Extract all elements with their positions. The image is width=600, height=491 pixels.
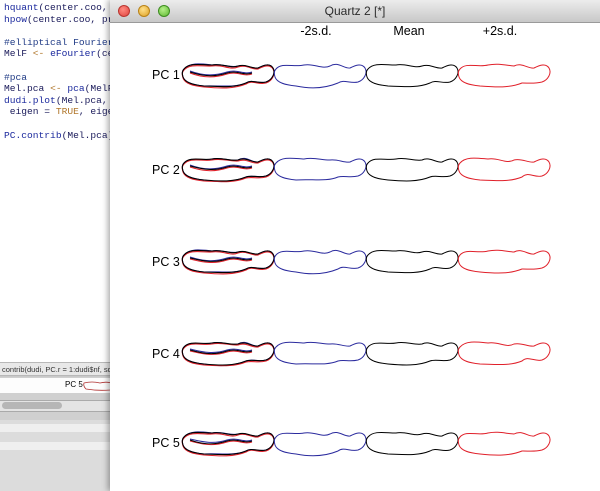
mean-outline	[365, 431, 459, 456]
minus-2sd-outline	[273, 341, 367, 365]
code-line[interactable]: #elliptical Fourier	[4, 36, 118, 49]
scrollbar-thumb[interactable]	[2, 402, 62, 409]
mean-outline	[365, 342, 459, 366]
column-header-mean: Mean	[393, 24, 425, 38]
mini-plot-label: PC 5	[65, 380, 83, 389]
console-band	[0, 442, 118, 450]
horizontal-scrollbar[interactable]	[0, 400, 118, 412]
script-editor-window[interactable]: hquant(center.coo, id hpow(center.coo, pr…	[0, 0, 119, 362]
shape-outlines-figure	[181, 63, 551, 457]
code-line[interactable]: MelF <- eFourier(cente	[4, 48, 118, 60]
code-token: (center.coo, id	[38, 2, 119, 13]
code-text[interactable]: hquant(center.coo, id hpow(center.coo, pr…	[4, 2, 119, 142]
code-token: eFourier	[50, 48, 97, 60]
mean-outline	[365, 63, 459, 88]
code-token: PC.contrib	[4, 129, 62, 141]
code-token: pca	[67, 83, 85, 95]
editor-status-bar: contrib(dudi, PC.r = 1:dudi$nf, sd =	[0, 362, 118, 376]
console-pane	[0, 420, 118, 491]
code-line[interactable]: ​	[4, 60, 118, 72]
minus-2sd-outline	[273, 157, 367, 181]
code-token: (center.coo, prob	[27, 13, 119, 25]
code-line[interactable]: hpow(center.coo, prob	[4, 13, 119, 26]
status-text: contrib(dudi, PC.r = 1:dudi$nf, sd =	[2, 365, 118, 374]
mini-plot-preview: PC 5	[0, 378, 118, 393]
code-line[interactable]: hquant(center.coo, id	[4, 2, 119, 14]
code-token: #pca	[4, 71, 28, 83]
code-line[interactable]: #pca	[4, 71, 118, 84]
row-label-pc1: PC 1	[152, 68, 180, 82]
mean-outline	[365, 249, 459, 274]
window-title: Quartz 2 [*]	[324, 4, 386, 18]
console-band	[0, 424, 118, 432]
code-token: TRUE	[55, 106, 79, 118]
code-token: MelF	[4, 48, 33, 60]
column-header-minus-2sd: -2s.d.	[300, 24, 332, 38]
minus-2sd-outline	[273, 63, 367, 89]
code-token: Mel.pca	[4, 83, 51, 95]
mean-outline	[365, 157, 459, 182]
minus-2sd-outline	[273, 431, 367, 457]
code-token: hquant	[4, 2, 39, 13]
row-label-pc3: PC 3	[152, 255, 180, 269]
row-label-pc2: PC 2	[152, 163, 180, 177]
plot-canvas: -2s.d. Mean +2s.d. PC 1 PC 2 PC 3 PC 4 P…	[110, 23, 600, 491]
code-token: <-	[32, 48, 45, 60]
plus-2sd-outline	[457, 157, 551, 182]
plus-2sd-outline	[457, 249, 551, 274]
code-line[interactable]: eigen = TRUE, eigen.r	[4, 106, 118, 118]
code-line[interactable]: ​	[4, 25, 118, 37]
column-header-plus-2sd: +2s.d.	[482, 24, 518, 38]
code-line[interactable]: PC.contrib(Mel.pca);	[4, 129, 118, 142]
quartz-window[interactable]: Quartz 2 [*] -2s.d. Mean +2s.d. PC 1 PC …	[110, 0, 600, 491]
plus-2sd-outline	[457, 431, 551, 456]
row-label-pc4: PC 4	[152, 347, 180, 361]
code-line[interactable]: ​	[4, 118, 118, 130]
minus-2sd-outline	[273, 249, 367, 275]
window-titlebar[interactable]: Quartz 2 [*]	[110, 0, 600, 23]
plus-2sd-outline	[457, 341, 551, 366]
plus-2sd-outline	[457, 63, 551, 88]
code-token: dudi.plot	[4, 94, 56, 106]
code-token: eigen =	[4, 106, 56, 118]
code-token: <-	[50, 83, 62, 95]
code-line[interactable]: Mel.pca <- pca(MelF);	[4, 83, 118, 95]
row-label-pc5: PC 5	[152, 436, 180, 450]
code-token: #elliptical Fourier	[4, 36, 114, 48]
code-line[interactable]: dudi.plot(Mel.pca, lab	[4, 94, 118, 107]
code-token: hpow	[4, 13, 28, 25]
